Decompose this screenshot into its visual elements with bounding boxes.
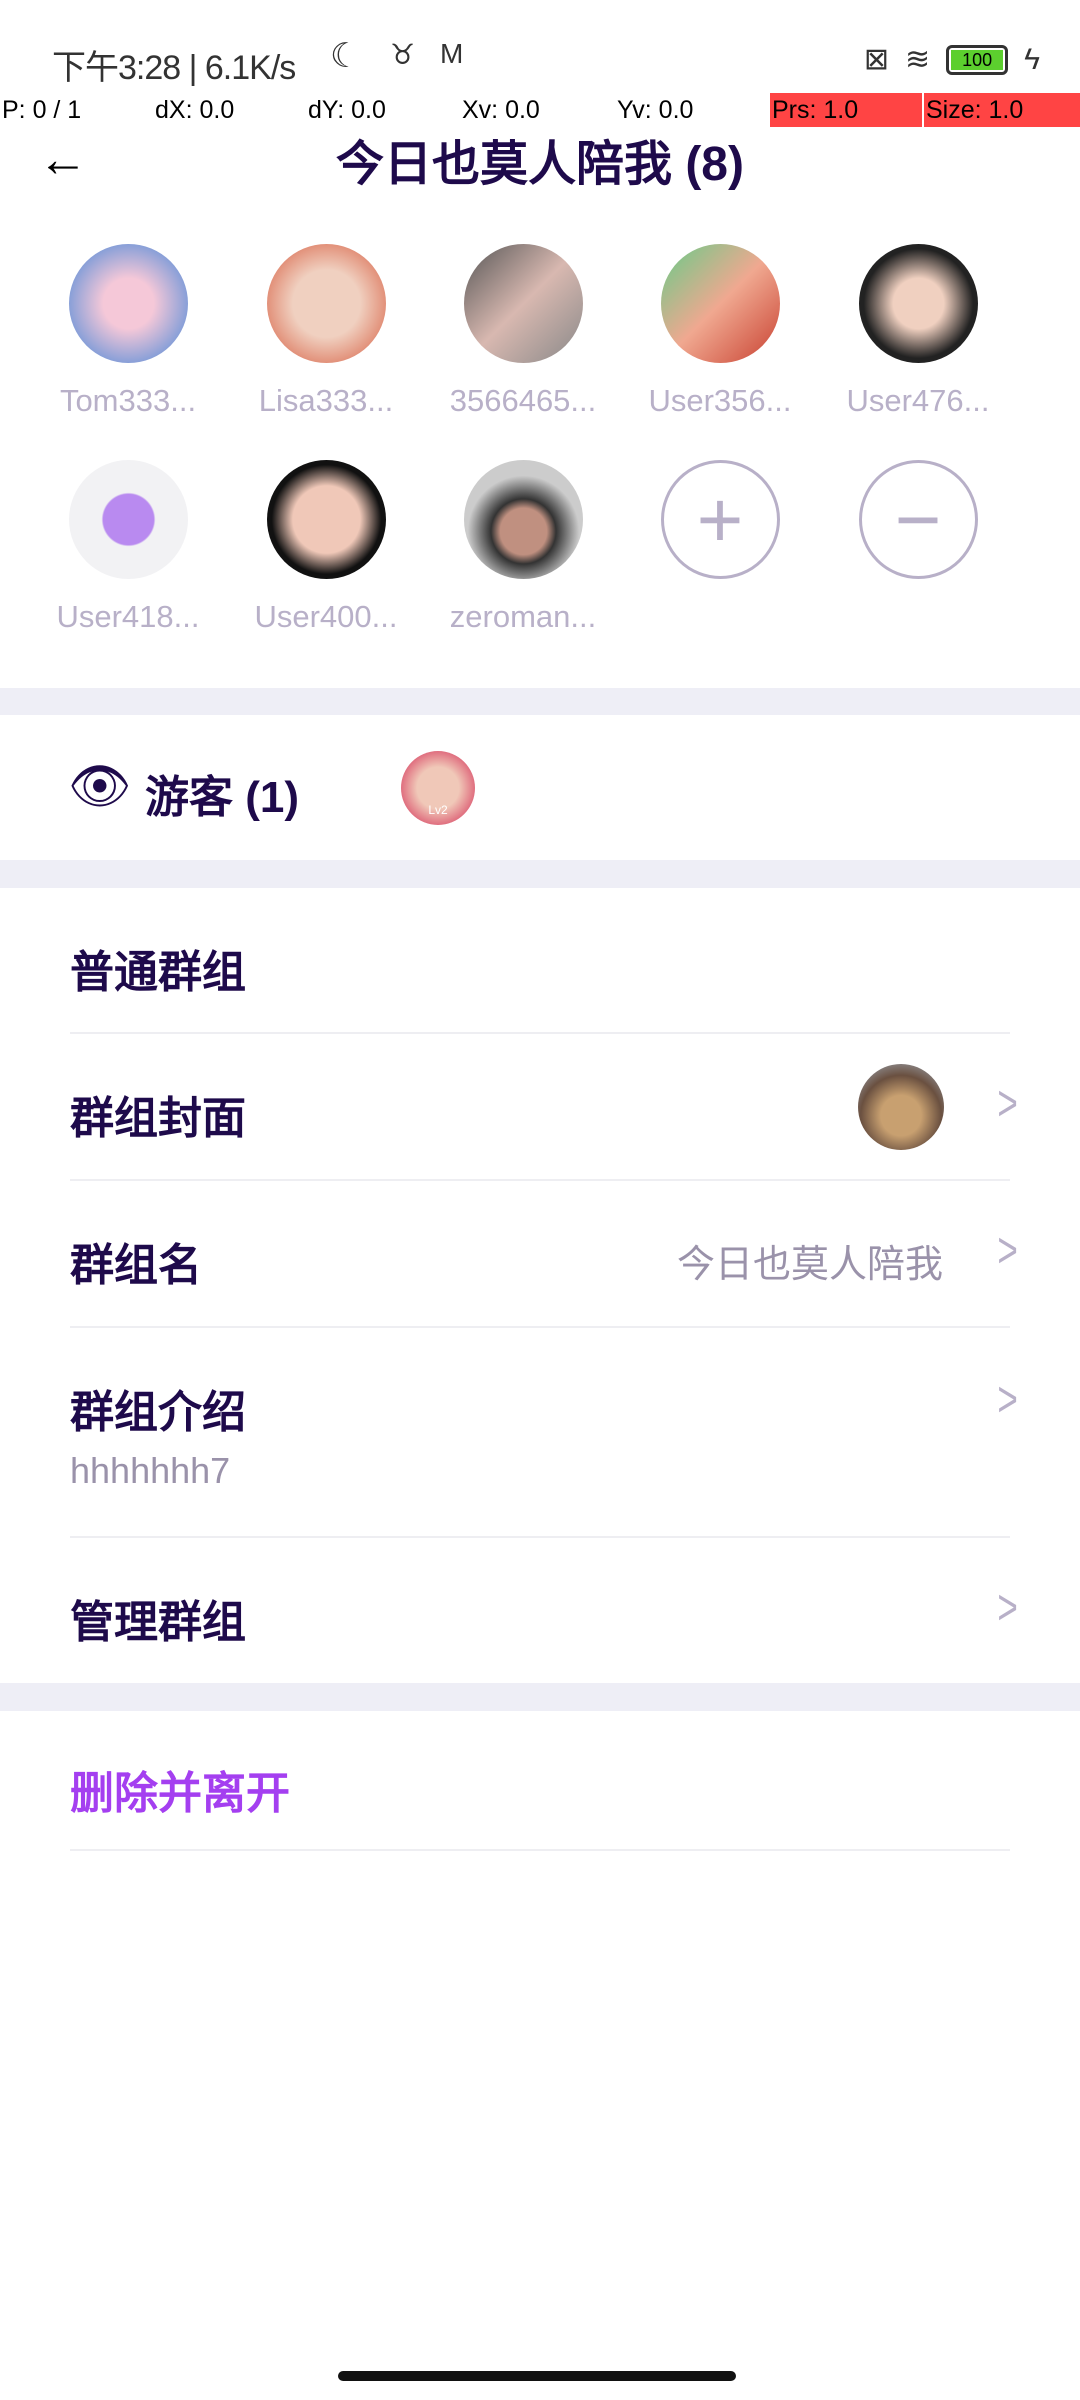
member-name: 3566465... <box>449 383 597 418</box>
add-member-button[interactable]: + <box>625 460 815 579</box>
debug-yv: Yv: 0.0 <box>617 96 694 124</box>
member-item[interactable]: zeroman... <box>428 460 618 635</box>
chevron-right-icon: > <box>997 1222 1018 1278</box>
group-intro-row[interactable]: 群组介绍 hhhhhhh7 > <box>0 1328 1080 1538</box>
pointer-debug-bar: P: 0 / 1 dX: 0.0 dY: 0.0 Xv: 0.0 Yv: 0.0… <box>0 93 1080 127</box>
manage-group-row[interactable]: 管理群组 > <box>0 1538 1080 1683</box>
mail-icon: M <box>440 38 464 69</box>
visitors-label: 游客 (1) <box>145 773 299 822</box>
row-label: 群组封面 <box>70 1094 246 1143</box>
minus-icon: − <box>858 460 978 579</box>
member-name: zeroman... <box>449 599 597 634</box>
member-item[interactable]: 3566465... <box>428 244 618 419</box>
moon-icon: ☾ <box>330 37 361 75</box>
remove-member-button[interactable]: − <box>823 460 1013 579</box>
section-header: 普通群组 <box>0 888 1080 1034</box>
group-cover-row[interactable]: 群组封面 > <box>0 1034 1080 1181</box>
row-label: 群组名 <box>70 1241 202 1290</box>
divider-band <box>0 688 1080 715</box>
member-name: Lisa333... <box>258 383 394 418</box>
divider-band <box>0 1683 1080 1711</box>
member-item[interactable]: User476... <box>823 244 1013 419</box>
avatar <box>68 460 188 579</box>
group-name-row[interactable]: 群组名 今日也莫人陪我 > <box>0 1181 1080 1328</box>
member-name: User418... <box>56 599 200 634</box>
member-item[interactable]: Tom333... <box>33 244 223 419</box>
debug-xv: Xv: 0.0 <box>462 96 540 124</box>
notification-icon: ♉ <box>390 39 416 70</box>
avatar <box>266 460 386 579</box>
member-name: Tom333... <box>59 383 197 418</box>
delete-and-leave-button[interactable]: 删除并离开 <box>0 1711 1080 1851</box>
member-item[interactable]: Lisa333... <box>231 244 421 419</box>
status-bar: 下午3:28 | 6.1K/s ☾ ♉ M ⊠ ≋ 100 ϟ <box>0 30 1080 90</box>
visitor-avatar[interactable]: Lv2 <box>401 751 475 825</box>
member-item[interactable]: User418... <box>33 460 223 635</box>
visitors-row[interactable]: 👁 游客 (1) Lv2 <box>0 715 1080 860</box>
delete-label: 删除并离开 <box>70 1769 290 1818</box>
page-title: 今日也莫人陪我 (8) <box>335 138 744 191</box>
debug-dy: dY: 0.0 <box>308 96 386 124</box>
home-indicator[interactable] <box>338 2371 736 2381</box>
avatar <box>858 244 978 363</box>
plus-icon: + <box>660 460 780 579</box>
avatar <box>463 244 583 363</box>
chevron-right-icon: > <box>997 1075 1018 1131</box>
member-item[interactable]: User356... <box>625 244 815 419</box>
debug-dx: dX: 0.0 <box>155 96 235 124</box>
group-intro-value: hhhhhhh7 <box>70 1450 231 1491</box>
avatar <box>463 460 583 579</box>
level-badge: Lv2 <box>428 803 448 817</box>
debug-prs: Prs: 1.0 <box>770 93 922 127</box>
member-name: User476... <box>846 383 990 418</box>
avatar <box>68 244 188 363</box>
sim-x-icon: ⊠ <box>863 43 889 76</box>
eye-icon: 👁 <box>68 758 132 814</box>
group-cover-image <box>858 1064 944 1150</box>
avatar <box>660 244 780 363</box>
member-name: User400... <box>254 599 398 634</box>
charging-icon: ϟ <box>1024 42 1040 76</box>
group-name-value: 今日也莫人陪我 <box>676 1244 943 1286</box>
avatar <box>266 244 386 363</box>
status-time: 下午3:28 | 6.1K/s <box>52 49 296 87</box>
debug-size: Size: 1.0 <box>924 93 1080 127</box>
chevron-right-icon: > <box>997 1371 1018 1427</box>
divider-band <box>0 860 1080 888</box>
row-label: 群组介绍 <box>70 1388 246 1437</box>
row-label: 管理群组 <box>70 1598 246 1647</box>
debug-p: P: 0 / 1 <box>2 96 82 124</box>
chevron-right-icon: > <box>997 1579 1018 1635</box>
section-title: 普通群组 <box>70 948 246 997</box>
member-item[interactable]: User400... <box>231 460 421 635</box>
member-name: User356... <box>648 383 792 418</box>
wifi-icon: ≋ <box>904 43 931 76</box>
battery-icon: 100 <box>946 44 1009 75</box>
